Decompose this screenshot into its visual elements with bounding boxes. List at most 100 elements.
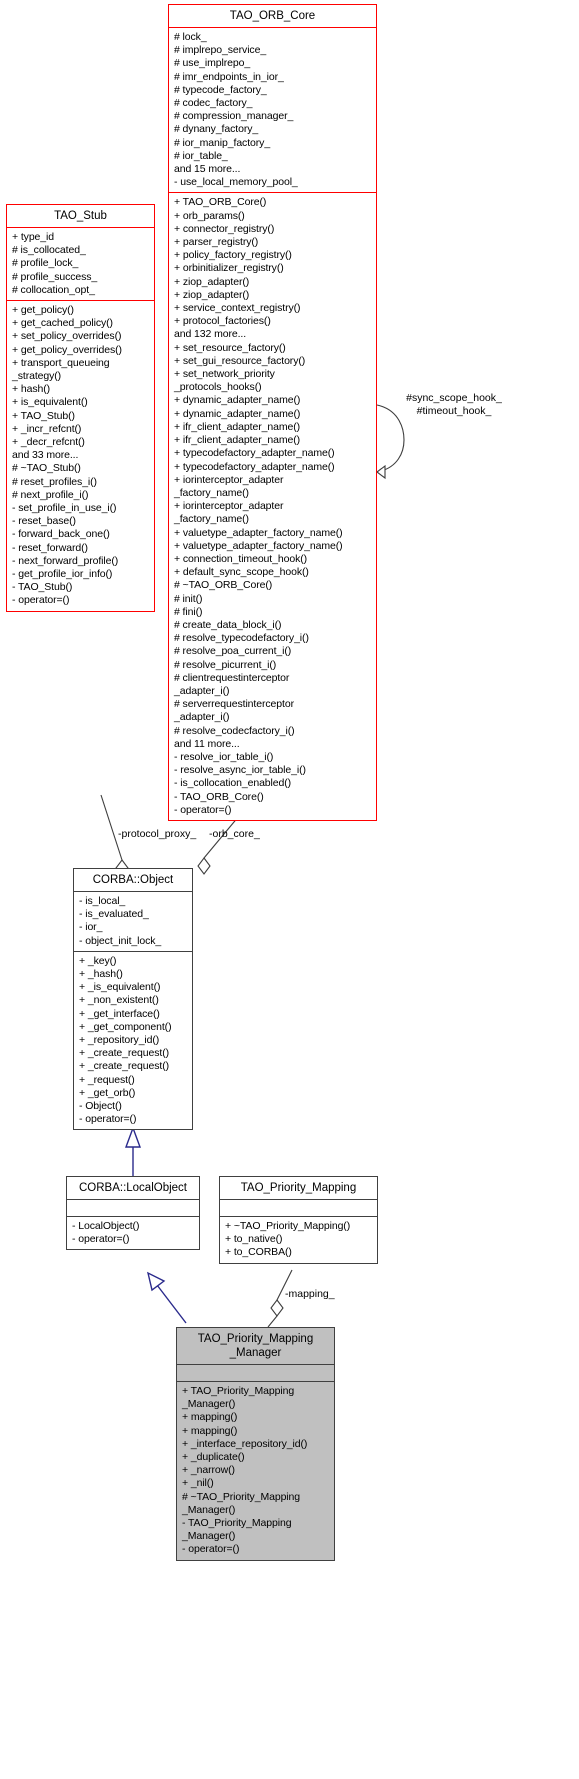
class-member: # fini() — [174, 605, 203, 618]
class-title-tao-priority-mapping-manager: TAO_Priority_Mapping _Manager — [197, 1333, 314, 1359]
class-member: + _is_equivalent() — [79, 981, 161, 994]
operations-corba-object: + _key() + _hash() + _is_equivalent() + _no… — [74, 952, 192, 1130]
class-member: + valuetype_adapter_factory_name() — [174, 539, 343, 552]
class-member: # resolve_poa_current_i() — [174, 645, 292, 658]
edge-label-orb-core: -orb_core_ — [209, 828, 260, 840]
class-member: - set_profile_in_use_i() — [12, 502, 117, 515]
class-member: + _create_request() — [79, 1060, 170, 1073]
class-member: # codec_factory_ — [174, 97, 253, 110]
class-member: # lock_ — [174, 31, 207, 43]
class-member: + typecodefactory_adapter_name() — [174, 447, 335, 460]
class-member: + ifr_client_adapter_name() — [174, 434, 300, 447]
class-member: # ~TAO_Priority_Mapping _Manager() — [182, 1490, 301, 1516]
class-member: # serverrequestinterceptor _adapter_i() — [174, 698, 294, 724]
class-member: - next_forward_profile() — [12, 554, 119, 567]
uml-diagram-canvas: TAO_ORB_Core # lock_ # implrepo_service_ #… — [0, 0, 579, 1779]
class-member: + ifr_client_adapter_name() — [174, 420, 300, 433]
edge-label-mapping: -mapping_ — [285, 1288, 335, 1300]
class-member: + _narrow() — [182, 1464, 235, 1477]
class-member: # compression_manager_ — [174, 110, 294, 123]
class-member: and 15 more... — [174, 163, 241, 176]
class-member: # create_data_block_i() — [174, 618, 282, 631]
class-member: + _request() — [79, 1073, 135, 1086]
class-member: + ~TAO_Priority_Mapping() — [225, 1220, 351, 1232]
class-member: + _key() — [79, 954, 117, 967]
class-member: + _decr_refcnt() — [12, 436, 85, 449]
class-member: # ior_table_ — [174, 149, 228, 162]
class-member: + iorinterceptor_adapter _factory_name() — [174, 500, 284, 526]
class-member: and 33 more... — [12, 449, 79, 462]
class-member: - reset_forward() — [12, 541, 88, 554]
class-member: # dynany_factory_ — [174, 123, 259, 136]
class-member: + set_gui_resource_factory() — [174, 354, 306, 367]
edge-label-protocol-proxy: -protocol_proxy_ — [118, 828, 197, 840]
class-member: # next_profile_i() — [12, 488, 89, 501]
class-member: - object_init_lock_ — [79, 934, 162, 947]
class-member: + _interface_repository_id() — [182, 1437, 308, 1450]
class-member: + _incr_refcnt() — [12, 422, 82, 435]
class-member: + connection_timeout_hook() — [174, 552, 308, 565]
class-member: + ziop_adapter() — [174, 288, 250, 301]
class-member: + orb_params() — [174, 209, 245, 222]
class-member: and 11 more... — [174, 737, 240, 750]
class-member: - is_evaluated_ — [79, 908, 149, 921]
class-member: - ior_ — [79, 921, 103, 934]
class-member: - TAO_Priority_Mapping _Manager() — [182, 1517, 292, 1543]
class-member: # ior_manip_factory_ — [174, 136, 271, 149]
class-member: + TAO_Stub() — [12, 409, 75, 422]
class-member: + dynamic_adapter_name() — [174, 394, 301, 407]
class-member: - use_local_memory_pool_ — [174, 176, 298, 189]
class-member: + transport_queueing _strategy() — [12, 356, 110, 383]
class-box-corba-localobject[interactable]: CORBA::LocalObject - LocalObject() - oper… — [66, 1176, 200, 1251]
class-member: + is_equivalent() — [12, 396, 88, 409]
class-member: # profile_lock_ — [12, 257, 79, 270]
class-member: + valuetype_adapter_factory_name() — [174, 526, 343, 539]
class-member: + mapping() — [182, 1411, 238, 1424]
class-member: - resolve_async_ior_table_i() — [174, 764, 306, 777]
class-member: + iorinterceptor_adapter _factory_name() — [174, 473, 284, 499]
class-member: + get_cached_policy() — [12, 317, 113, 330]
operations-tao-orb-core: + TAO_ORB_Core() + orb_params() + connecto… — [169, 193, 376, 820]
class-member: + get_policy_overrides() — [12, 343, 122, 356]
class-member: - TAO_Stub() — [12, 581, 73, 594]
class-member: - is_local_ — [79, 895, 126, 907]
class-box-tao-stub[interactable]: TAO_Stub + type_id # is_collocated_ # prof… — [6, 204, 155, 612]
operations-tao-stub: + get_policy() + get_cached_policy() + set… — [7, 301, 154, 611]
class-member: # init() — [174, 592, 203, 605]
class-member: + _hash() — [79, 968, 123, 981]
class-member: + policy_factory_registry() — [174, 249, 292, 262]
class-box-corba-object[interactable]: CORBA::Object - is_local_ - is_evaluated_… — [73, 868, 193, 1131]
class-member: # resolve_codecfactory_i() — [174, 724, 295, 737]
class-box-tao-priority-mapping-manager[interactable]: TAO_Priority_Mapping _Manager + TAO_Prio… — [176, 1327, 335, 1561]
class-member: # is_collocated_ — [12, 244, 86, 257]
class-title-tao-priority-mapping: TAO_Priority_Mapping — [240, 1182, 357, 1194]
class-member: - TAO_ORB_Core() — [174, 790, 264, 803]
class-member: + set_policy_overrides() — [12, 330, 122, 343]
class-member: + type_id — [12, 231, 55, 243]
class-member: # resolve_picurrent_i() — [174, 658, 277, 671]
class-member: - resolve_ior_table_i() — [174, 750, 274, 763]
class-member: + _duplicate() — [182, 1451, 245, 1464]
class-title-corba-localobject: CORBA::LocalObject — [78, 1182, 187, 1194]
class-member: + _non_existent() — [79, 994, 159, 1007]
class-member: + default_sync_scope_hook() — [174, 566, 309, 579]
class-box-tao-orb-core[interactable]: TAO_ORB_Core # lock_ # implrepo_service_ #… — [168, 4, 377, 821]
class-member: + set_network_priority _protocols_hooks(… — [174, 368, 275, 394]
class-member: + dynamic_adapter_name() — [174, 407, 301, 420]
class-member: # profile_success_ — [12, 270, 98, 283]
class-box-tao-priority-mapping[interactable]: TAO_Priority_Mapping + ~TAO_Priority_Map… — [219, 1176, 378, 1264]
class-member: - reset_base() — [12, 515, 76, 528]
class-member: - operator=() — [72, 1233, 130, 1246]
operations-tao-priority-mapping: + ~TAO_Priority_Mapping() + to_native() + … — [220, 1217, 377, 1263]
operations-corba-localobject: - LocalObject() - operator=() — [67, 1217, 199, 1249]
attributes-tao-priority-mapping — [220, 1200, 377, 1216]
class-member: - is_collocation_enabled() — [174, 777, 292, 790]
class-member: # ~TAO_Stub() — [12, 462, 81, 475]
class-member: - operator=() — [79, 1113, 137, 1126]
class-member: + _repository_id() — [79, 1034, 160, 1047]
attributes-tao-priority-mapping-manager — [177, 1365, 334, 1381]
attributes-corba-object: - is_local_ - is_evaluated_ - ior_ - object… — [74, 892, 192, 951]
class-member: + _get_component() — [79, 1020, 172, 1033]
class-member: # use_implrepo_ — [174, 57, 251, 70]
class-member: + _get_interface() — [79, 1007, 160, 1020]
